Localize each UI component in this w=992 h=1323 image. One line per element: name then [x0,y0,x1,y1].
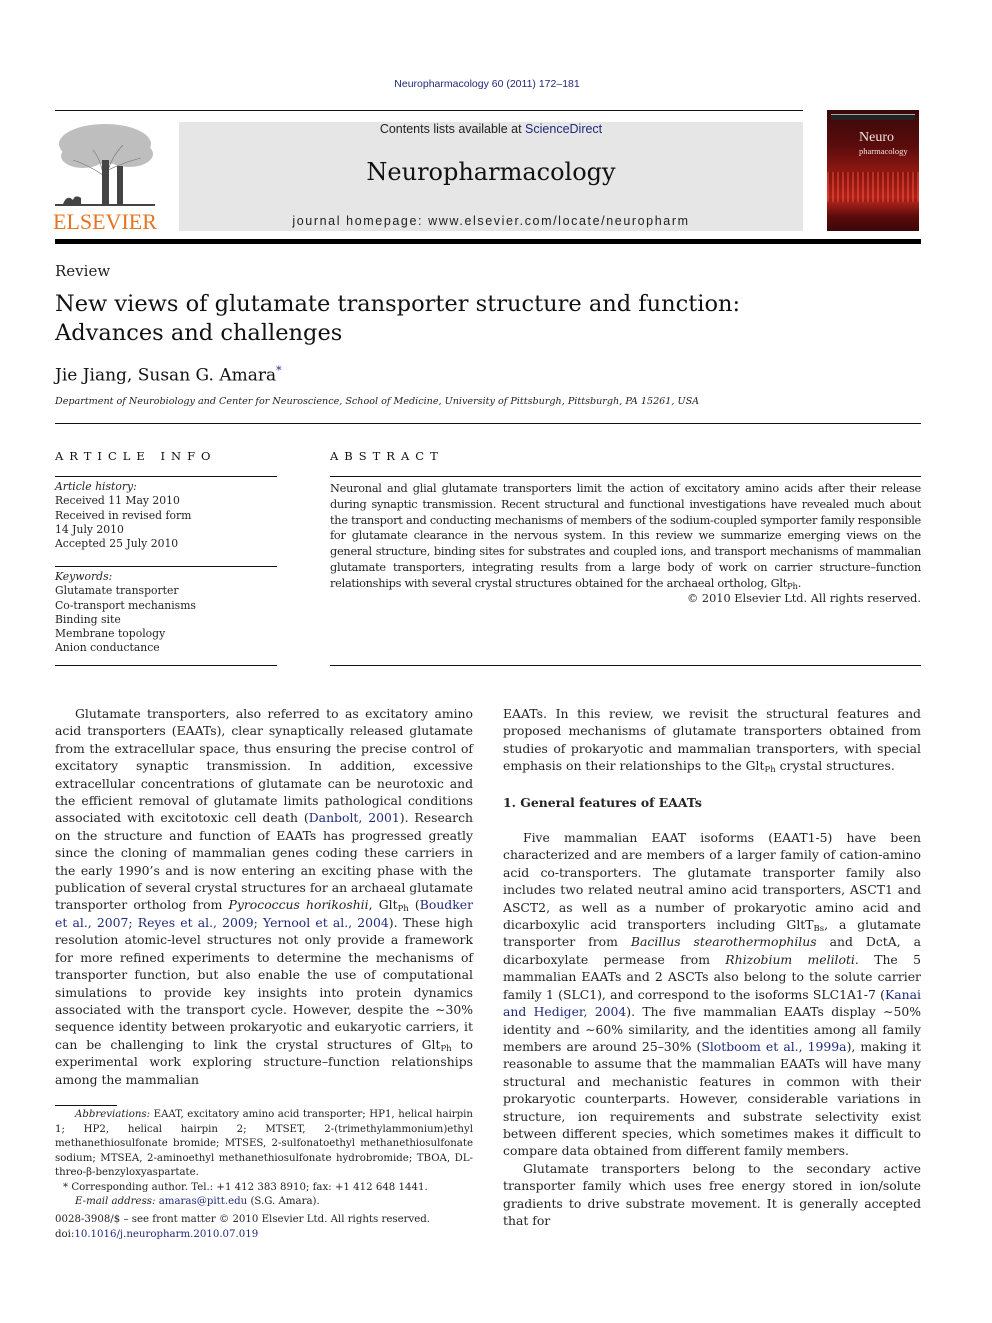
body-column-right: EAATs. In this review, we revisit the st… [503,705,921,1229]
section-heading: 1. General features of EAATs [503,794,702,810]
history-label: Article history: [55,480,137,493]
title-rule [55,423,921,424]
abstract-rule [330,476,921,477]
footnotes: Abbreviations: EAAT, excitatory amino ac… [55,1108,473,1210]
header-thick-rule [55,239,921,244]
doi-line: doi:10.1016/j.neuropharm.2010.07.019 [55,1227,430,1242]
abstract-end: . [797,576,802,590]
abbreviations-label: Abbreviations: [75,1109,151,1120]
abstract-copyright: © 2010 Elsevier Ltd. All rights reserved… [687,592,921,605]
paragraph: Glutamate transporters belong to the sec… [503,1160,921,1228]
reference-link[interactable]: Slotboom et al., 1999a [701,1039,846,1054]
contents-prefix: Contents lists available at [379,122,526,136]
journal-citation[interactable]: Neuropharmacology 60 (2011) 172–181 [0,78,974,90]
elsevier-wordmark: ELSEVIER [53,209,157,234]
footnote-rule [55,1105,117,1106]
corresponding-author-mark[interactable]: * [276,364,282,377]
author-names[interactable]: Jie Jiang, Susan G. Amara [55,366,276,386]
text: Glutamate transporters, also referred to… [55,706,473,826]
keyword: Co-transport mechanisms [55,598,196,612]
article-info-rule [55,476,277,477]
authors: Jie Jiang, Susan G. Amara* [55,364,282,386]
abstract-text: Neuronal and glial glutamate transporter… [330,481,921,592]
affiliation: Department of Neurobiology and Center fo… [55,396,700,407]
elsevier-tree-icon [55,124,155,207]
text: crystal structures. [775,758,895,774]
species-name: Bacillus stearothermophilus [630,934,817,950]
article-history: Article history: Received 11 May 2010 Re… [55,480,277,551]
sciencedirect-link[interactable]: ScienceDirect [525,122,602,136]
cover-title-line1: Neuro [859,130,894,145]
front-matter: 0028-3908/$ – see front matter © 2010 El… [55,1212,430,1242]
history-item: Received in revised form [55,508,192,522]
journal-homepage[interactable]: journal homepage: www.elsevier.com/locat… [179,214,803,228]
paragraph: EAATs. In this review, we revisit the st… [503,705,921,775]
article-title: New views of glutamate transporter struc… [55,291,741,346]
cover-title-line2: pharmacology [859,146,908,156]
subscript: Ph [787,581,798,592]
subscript: Bs [813,924,825,935]
journal-title[interactable]: Neuropharmacology [179,158,803,186]
cover-top-bar [831,114,915,120]
paragraph: Glutamate transporters, also referred to… [55,705,473,1088]
issn-line: 0028-3908/$ – see front matter © 2010 El… [55,1214,431,1225]
keywords: Keywords: Glutamate transporter Co-trans… [55,570,277,656]
doi-link[interactable]: 10.1016/j.neuropharm.2010.07.019 [74,1229,258,1240]
keyword: Glutamate transporter [55,584,179,598]
header-rule [55,110,803,111]
doi-prefix: doi: [55,1229,75,1240]
species-name: Pyrococcus horikoshii [228,897,369,913]
text: ( [408,897,420,913]
contents-line: Contents lists available at ScienceDirec… [179,122,803,136]
abstract-rule [330,665,921,666]
keyword: Binding site [55,612,121,626]
elsevier-logo[interactable]: ELSEVIER [53,120,157,234]
email-link[interactable]: amaras@pitt.edu [159,1196,247,1207]
keyword: Anion conductance [55,641,160,655]
reference-link[interactable]: Danbolt, 2001 [309,810,400,825]
subscript: Ph [764,765,776,776]
text: , Glt [368,897,398,913]
journal-cover-image[interactable]: Neuro pharmacology [827,110,919,231]
history-item: 14 July 2010 [55,522,124,536]
article-info-heading: ARTICLE INFO [55,449,217,463]
species-name: Rhizobium meliloti [725,951,855,967]
corresponding-author-footnote: * Corresponding author. Tel.: +1 412 383… [63,1181,428,1193]
article-type: Review [55,262,111,280]
journal-banner: Contents lists available at ScienceDirec… [179,122,803,231]
article-info-rule [55,566,277,567]
history-item: Accepted 25 July 2010 [55,537,179,551]
subscript: Ph [440,1043,452,1054]
email-footnote: E-mail address: amaras@pitt.edu (S.G. Am… [55,1195,473,1210]
text: ), making it reasonable to assume that t… [503,1038,921,1159]
paragraph: Five mammalian EAAT isoforms (EAAT1-5) h… [503,829,921,1160]
text: ). These high resolution atomic-level st… [55,914,474,1052]
history-item: Received 11 May 2010 [55,494,180,508]
email-label: E-mail address: [75,1196,156,1207]
abbreviations-footnote: Abbreviations: EAAT, excitatory amino ac… [55,1108,473,1181]
subscript: Ph [397,904,409,915]
cover-texture [827,172,919,202]
abstract-heading: ABSTRACT [330,449,444,463]
keywords-label: Keywords: [55,570,113,583]
abstract-body: Neuronal and glial glutamate transporter… [330,482,921,590]
keyword: Membrane topology [55,627,166,641]
email-suffix: (S.G. Amara). [247,1196,320,1207]
body-column-left: Glutamate transporters, also referred to… [55,705,473,1088]
article-info-rule [55,665,277,666]
